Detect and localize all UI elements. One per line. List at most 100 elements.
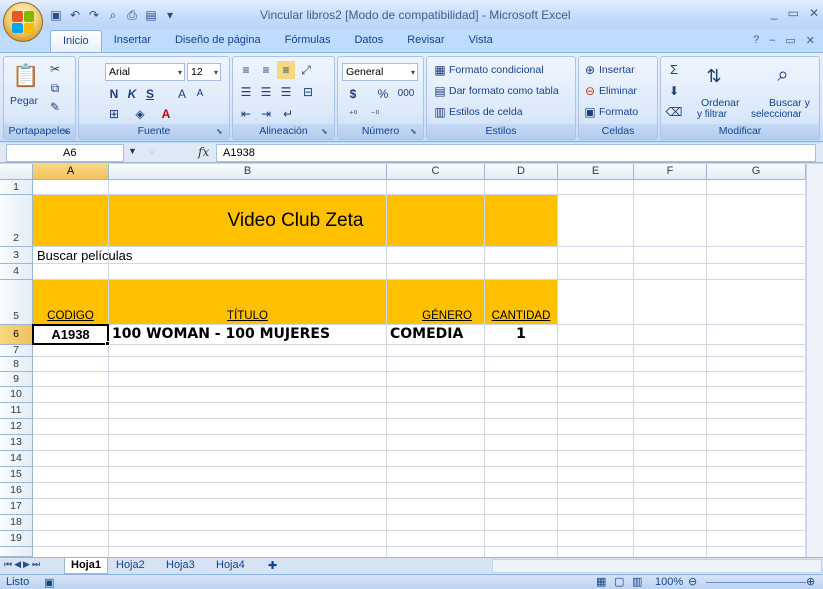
tab-revisar[interactable]: Revisar xyxy=(395,30,456,52)
zoom-slider[interactable] xyxy=(706,582,806,583)
row-header[interactable]: 15 xyxy=(0,467,33,483)
column-header-c[interactable]: C xyxy=(387,164,485,180)
grow-font-icon[interactable]: A xyxy=(173,85,191,103)
percent-button[interactable]: % xyxy=(374,85,392,103)
minimize-button[interactable]: _ xyxy=(771,6,778,20)
font-name-select[interactable]: Arial ▾ xyxy=(105,63,185,81)
insert-cells-button[interactable]: Insertar xyxy=(599,64,635,76)
customize-qat-icon[interactable]: ▾ xyxy=(162,7,178,23)
row-header[interactable]: 19 xyxy=(0,531,33,547)
insert-sheet-icon[interactable]: ✚ xyxy=(262,558,283,574)
open-icon[interactable]: ▤ xyxy=(143,7,159,23)
find-select-label[interactable]: Buscar y xyxy=(769,97,810,109)
header-titulo[interactable]: TÍTULO xyxy=(109,310,386,322)
sort-filter-icon[interactable]: ⇅ xyxy=(701,63,727,89)
format-as-table-icon[interactable]: ▤ xyxy=(431,82,449,100)
zoom-out-icon[interactable]: ⊖ xyxy=(688,575,697,588)
insert-cells-icon[interactable]: ⊕ xyxy=(581,61,599,79)
sheet-tab-hoja3[interactable]: Hoja3 xyxy=(160,558,201,574)
page-break-icon[interactable]: ▥ xyxy=(632,575,642,588)
selected-cell-a6[interactable]: A1938 xyxy=(32,324,109,345)
sheet-tab-hoja1[interactable]: Hoja1 xyxy=(64,558,108,574)
chevron-down-icon[interactable]: ▼ xyxy=(128,146,137,156)
name-box[interactable]: A6 xyxy=(6,144,124,162)
workbook-close-icon[interactable]: ✕ xyxy=(806,34,815,47)
header-genero[interactable]: GÉNERO xyxy=(387,310,484,322)
tab-diseno-pagina[interactable]: Diseño de página xyxy=(163,30,273,52)
save-icon[interactable]: ▣ xyxy=(48,7,64,23)
normal-view-icon[interactable]: ▦ xyxy=(596,575,606,588)
record-titulo[interactable]: 100 WOMAN - 100 MUJERES xyxy=(112,326,330,342)
horizontal-scrollbar[interactable] xyxy=(492,559,822,573)
record-genero[interactable]: COMEDIA xyxy=(390,326,463,342)
row-header[interactable]: 12 xyxy=(0,419,33,435)
spreadsheet-grid[interactable]: A B C D E F G 1 2 3 4 5 6 7 8 9 10 11 12… xyxy=(0,164,823,557)
currency-button[interactable]: $ xyxy=(344,85,362,103)
row-header[interactable]: 7 xyxy=(0,345,33,357)
vertical-scrollbar[interactable] xyxy=(806,164,823,557)
sheet-tab-hoja4[interactable]: Hoja4 xyxy=(210,558,251,574)
row-header[interactable]: 5 xyxy=(0,280,33,325)
align-right-icon[interactable]: ☰ xyxy=(277,83,295,101)
help-icon[interactable]: ? xyxy=(753,34,759,47)
restore-button[interactable]: ▭ xyxy=(788,6,799,20)
workbook-restore-icon[interactable]: ▭ xyxy=(785,34,795,47)
sort-filter-label[interactable]: Ordenar xyxy=(701,97,740,109)
paste-icon[interactable]: 📋 xyxy=(12,61,39,91)
format-cells-button[interactable]: Formato xyxy=(599,106,638,118)
merge-center-icon[interactable]: ⊟ xyxy=(299,83,317,101)
autosum-icon[interactable]: Σ xyxy=(665,61,683,79)
sort-filter-label-2[interactable]: y filtrar xyxy=(697,109,727,120)
paste-button[interactable]: Pegar xyxy=(10,95,38,107)
zoom-level[interactable]: 100% xyxy=(655,576,683,588)
tab-vista[interactable]: Vista xyxy=(457,30,505,52)
column-header-d[interactable]: D xyxy=(485,164,558,180)
tab-formulas[interactable]: Fórmulas xyxy=(273,30,343,52)
row-header[interactable]: 18 xyxy=(0,515,33,531)
row-header[interactable]: 2 xyxy=(0,195,33,247)
italic-button[interactable]: K xyxy=(123,85,141,103)
wrap-text-icon[interactable]: ↵ xyxy=(279,105,297,123)
align-top-icon[interactable]: ≡ xyxy=(237,61,255,79)
print-icon[interactable]: ⎙ xyxy=(124,7,140,23)
format-painter-icon[interactable]: ✎ xyxy=(46,98,64,116)
tab-inicio[interactable]: Inicio xyxy=(50,30,102,52)
row-header[interactable]: 17 xyxy=(0,499,33,515)
borders-icon[interactable]: ⊞ xyxy=(105,105,123,123)
row-header[interactable]: 3 xyxy=(0,247,33,264)
format-cells-icon[interactable]: ▣ xyxy=(581,103,599,121)
page-layout-icon[interactable]: ▢ xyxy=(614,575,624,588)
column-header-e[interactable]: E xyxy=(558,164,634,180)
row-header[interactable]: 13 xyxy=(0,435,33,451)
find-select-label-2[interactable]: seleccionar xyxy=(751,109,802,120)
fill-handle[interactable] xyxy=(105,341,110,346)
row-header[interactable] xyxy=(0,547,33,557)
undo-icon[interactable]: ↶ xyxy=(67,7,83,23)
format-as-table-button[interactable]: Dar formato como tabla xyxy=(449,85,559,97)
redo-icon[interactable]: ↷ xyxy=(86,7,102,23)
bold-button[interactable]: N xyxy=(105,85,123,103)
tab-datos[interactable]: Datos xyxy=(342,30,395,52)
sheet-nav-icons[interactable]: ⏮◀▶⏭ xyxy=(4,559,42,570)
column-header-a[interactable]: A xyxy=(33,164,109,180)
fill-icon[interactable]: ⬇ xyxy=(665,82,683,100)
row-header[interactable]: 9 xyxy=(0,372,33,387)
cell-styles-button[interactable]: Estilos de celda xyxy=(449,106,523,118)
increase-indent-icon[interactable]: ⇥ xyxy=(257,105,275,123)
conditional-format-button[interactable]: Formato condicional xyxy=(449,64,544,76)
close-button[interactable]: ✕ xyxy=(809,6,819,20)
header-cantidad[interactable]: CANTIDAD xyxy=(485,310,557,322)
underline-button[interactable]: S xyxy=(141,85,159,103)
insert-function-button[interactable]: fx xyxy=(198,145,209,159)
cancel-entry-icon[interactable]: ◌ xyxy=(145,145,159,159)
row-header[interactable]: 10 xyxy=(0,387,33,403)
decrease-indent-icon[interactable]: ⇤ xyxy=(237,105,255,123)
zoom-in-icon[interactable]: ⊕ xyxy=(806,575,815,588)
cell-styles-icon[interactable]: ▥ xyxy=(431,103,449,121)
column-header-g[interactable]: G xyxy=(707,164,806,180)
workbook-minimize-icon[interactable]: – xyxy=(769,34,775,47)
align-left-icon[interactable]: ☰ xyxy=(237,83,255,101)
copy-icon[interactable]: ⧉ xyxy=(46,79,64,97)
sheet-tab-hoja2[interactable]: Hoja2 xyxy=(110,558,151,574)
align-center-icon[interactable]: ☰ xyxy=(257,83,275,101)
